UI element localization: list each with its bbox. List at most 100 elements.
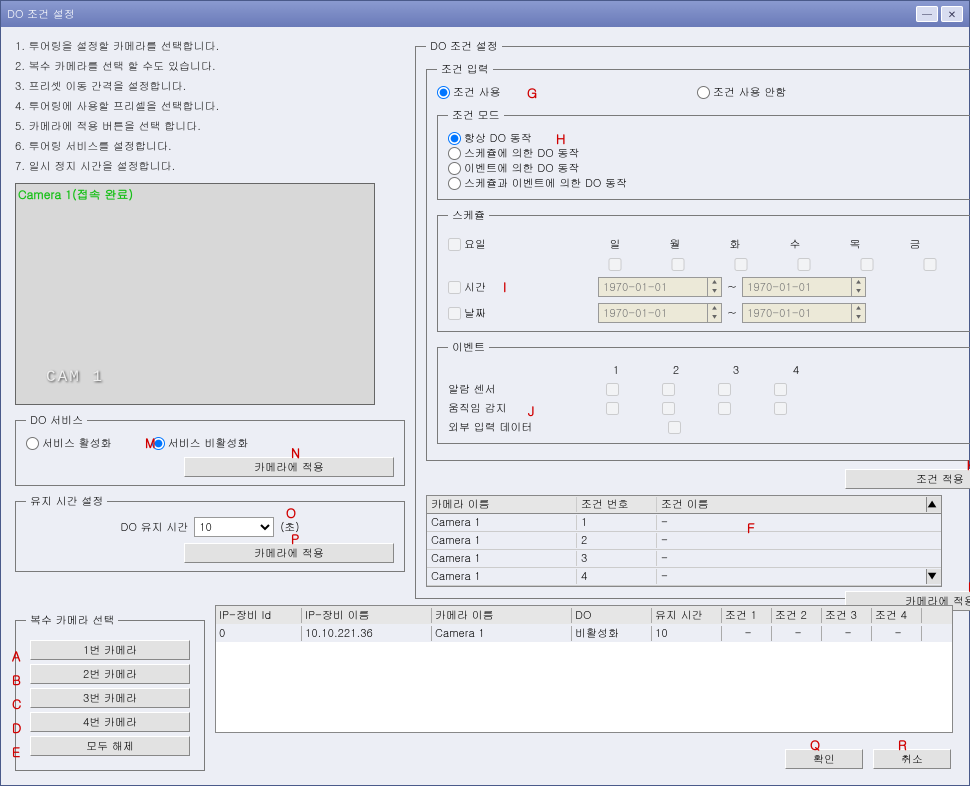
minimize-button[interactable]: — xyxy=(916,6,938,22)
day-fri-checkbox[interactable] xyxy=(913,258,947,271)
motion-3-checkbox[interactable] xyxy=(718,402,731,415)
cond-hd-num: 조건 번호 xyxy=(577,497,657,512)
bt-hd-name: IP-장비 이름 xyxy=(302,608,432,623)
camera-3-button[interactable]: 3번 카메라 xyxy=(30,688,190,708)
mark-I: I xyxy=(503,277,507,296)
cond-row[interactable]: Camera 11- xyxy=(427,514,941,532)
cond-row[interactable]: Camera 12- xyxy=(427,532,941,550)
apply-condition-button[interactable]: 조건 적용 xyxy=(845,469,970,489)
day-wed-checkbox[interactable] xyxy=(787,258,821,271)
titlebar: DO 조건 설정 — ✕ xyxy=(1,1,969,27)
motion-4-checkbox[interactable] xyxy=(774,402,787,415)
do-condition-legend: DO 조건 설정 xyxy=(426,39,502,54)
time-checkbox[interactable]: 시간 xyxy=(448,280,486,295)
left-column: 1. 투어링을 설정할 카메라를 선택합니다. 2. 복수 카메라를 선택 할 … xyxy=(15,37,405,580)
event-legend: 이벤트 xyxy=(448,340,489,355)
time-to-spinner[interactable]: ▲▼ xyxy=(852,277,866,297)
day-mon-checkbox[interactable] xyxy=(661,258,695,271)
camera-clear-button[interactable]: 모두 해제 xyxy=(30,736,190,756)
alarm-sensor-label: 알람 센서 xyxy=(448,382,598,397)
date-from-input[interactable]: 1970-01-01 xyxy=(598,303,708,323)
condition-table: F 카메라 이름 조건 번호 조건 이름 ▲ Camera 11- Camera… xyxy=(426,495,942,587)
do-service-apply-button[interactable]: 카메라에 적용 xyxy=(184,457,394,477)
cond-nouse-radio[interactable]: 조건 사용 안함 xyxy=(697,85,786,100)
time-from-spinner[interactable]: ▲▼ xyxy=(708,277,722,297)
mark-R: R xyxy=(898,735,907,754)
device-table: IP-장비 Id IP-장비 이름 카메라 이름 DO 유지 시간 조건 1 조… xyxy=(215,605,953,733)
event-fieldset: 이벤트 1 2 3 4 알람 센서 xyxy=(437,340,970,444)
multi-camera-legend: 복수 카메라 선택 xyxy=(26,613,118,628)
alarm-4-checkbox[interactable] xyxy=(774,383,787,396)
mode-both-radio[interactable]: 스케쥴과 이벤트에 의한 DO 동작 xyxy=(448,176,627,191)
cond-hd-name: 조건 이름 xyxy=(657,497,926,512)
ext-input-checkbox[interactable] xyxy=(668,421,681,434)
time-to-input[interactable]: 1970-01-01 xyxy=(742,277,852,297)
date-to-input[interactable]: 1970-01-01 xyxy=(742,303,852,323)
cond-table-scroll-down[interactable]: ▼ xyxy=(926,569,941,584)
bt-hd-do: DO xyxy=(572,608,652,623)
camera-1-button[interactable]: 1번 카메라 xyxy=(30,640,190,660)
right-column: DO 조건 설정 조건 입력 조건 사용 G 조건 사용 안함 조건 모드 항상… xyxy=(415,31,951,607)
cond-table-scroll-up[interactable]: ▲ xyxy=(926,497,941,512)
app-window: DO 조건 설정 — ✕ 1. 투어링을 설정할 카메라를 선택합니다. 2. … xyxy=(0,0,970,786)
instr-1: 1. 투어링을 설정할 카메라를 선택합니다. xyxy=(15,37,405,57)
mode-schedule-radio[interactable]: 스케쥴에 의한 DO 동작 xyxy=(448,146,579,161)
do-service-legend: DO 서비스 xyxy=(26,413,87,428)
instr-2: 2. 복수 카메라를 선택 할 수도 있습니다. xyxy=(15,57,405,77)
instructions: 1. 투어링을 설정할 카메라를 선택합니다. 2. 복수 카메라를 선택 할 … xyxy=(15,37,405,177)
do-service-fieldset: DO 서비스 서비스 활성화 M 서비스 비활성화 N 카메라에 적용 xyxy=(15,413,405,486)
bt-hd-id: IP-장비 Id xyxy=(216,608,302,623)
mark-D: D xyxy=(12,718,21,737)
date-from-spinner[interactable]: ▲▼ xyxy=(708,303,722,323)
camera-2-button[interactable]: 2번 카메라 xyxy=(30,664,190,684)
hold-time-apply-button[interactable]: 카메라에 적용 xyxy=(184,543,394,563)
schedule-legend: 스케쥴 xyxy=(448,208,489,223)
cond-use-radio[interactable]: 조건 사용 xyxy=(437,85,697,100)
motion-2-checkbox[interactable] xyxy=(662,402,675,415)
alarm-2-checkbox[interactable] xyxy=(662,383,675,396)
day-checkbox[interactable]: 요일 xyxy=(448,237,486,252)
date-to-spinner[interactable]: ▲▼ xyxy=(852,303,866,323)
instr-7: 7. 일시 정지 시간을 설정합니다. xyxy=(15,157,405,177)
window-title: DO 조건 설정 xyxy=(7,7,913,22)
mark-P: P xyxy=(291,529,299,548)
close-button[interactable]: ✕ xyxy=(941,6,963,22)
service-activate-radio[interactable]: 서비스 활성화 xyxy=(26,436,112,451)
alarm-1-checkbox[interactable] xyxy=(606,383,619,396)
mark-Q: Q xyxy=(810,735,820,754)
alarm-3-checkbox[interactable] xyxy=(718,383,731,396)
bt-hd-cam: 카메라 이름 xyxy=(432,608,572,623)
do-condition-fieldset: DO 조건 설정 조건 입력 조건 사용 G 조건 사용 안함 조건 모드 항상… xyxy=(415,39,970,599)
device-row[interactable]: 0 10.10.221.36 Camera 1 비활성화 10 - - - - xyxy=(216,624,952,642)
mode-always-radio[interactable]: 항상 DO 동작 xyxy=(448,131,532,146)
preview-overlay-text: Camera 1(접속 완료) xyxy=(18,186,133,203)
cond-row[interactable]: Camera 13- xyxy=(427,550,941,568)
motion-label: 움직임 감지 xyxy=(448,401,598,416)
condition-input-fieldset: 조건 입력 조건 사용 G 조건 사용 안함 조건 모드 항상 DO 동작 H … xyxy=(426,62,970,461)
hold-time-select[interactable]: 10 xyxy=(194,517,274,537)
camera-4-button[interactable]: 4번 카메라 xyxy=(30,712,190,732)
instr-4: 4. 투어링에 사용할 프리셀을 선택합니다. xyxy=(15,97,405,117)
day-tue-checkbox[interactable] xyxy=(724,258,758,271)
day-sun-checkbox[interactable] xyxy=(598,258,632,271)
time-from-input[interactable]: 1970-01-01 xyxy=(598,277,708,297)
bt-hd-c4: 조건 4 xyxy=(872,608,922,623)
ext-input-label: 외부 입력 데이터 xyxy=(448,420,598,435)
day-thu-checkbox[interactable] xyxy=(850,258,884,271)
condition-mode-fieldset: 조건 모드 항상 DO 동작 H 스케쥴에 의한 DO 동작 이벤트에 의한 D… xyxy=(437,108,970,200)
device-table-area: IP-장비 Id IP-장비 이름 카메라 이름 DO 유지 시간 조건 1 조… xyxy=(215,605,953,733)
camera-preview: Camera 1(접속 완료) CAM 1 xyxy=(15,183,375,405)
mark-J: J xyxy=(528,401,535,420)
motion-1-checkbox[interactable] xyxy=(606,402,619,415)
service-deactivate-radio[interactable]: 서비스 비활성화 xyxy=(152,436,249,451)
bt-hd-c3: 조건 3 xyxy=(822,608,872,623)
instr-5: 5. 카메라에 적용 버튼을 선택 합니다. xyxy=(15,117,405,137)
mark-A: A xyxy=(12,646,20,665)
mode-event-radio[interactable]: 이벤트에 의한 DO 동작 xyxy=(448,161,579,176)
ok-button[interactable]: 확인 xyxy=(785,749,863,769)
cond-row[interactable]: Camera 14-▼ xyxy=(427,568,941,586)
date-checkbox[interactable]: 날짜 xyxy=(448,306,486,321)
cancel-button[interactable]: 취소 xyxy=(873,749,951,769)
mark-G: G xyxy=(527,83,537,102)
condition-input-legend: 조건 입력 xyxy=(437,62,493,77)
